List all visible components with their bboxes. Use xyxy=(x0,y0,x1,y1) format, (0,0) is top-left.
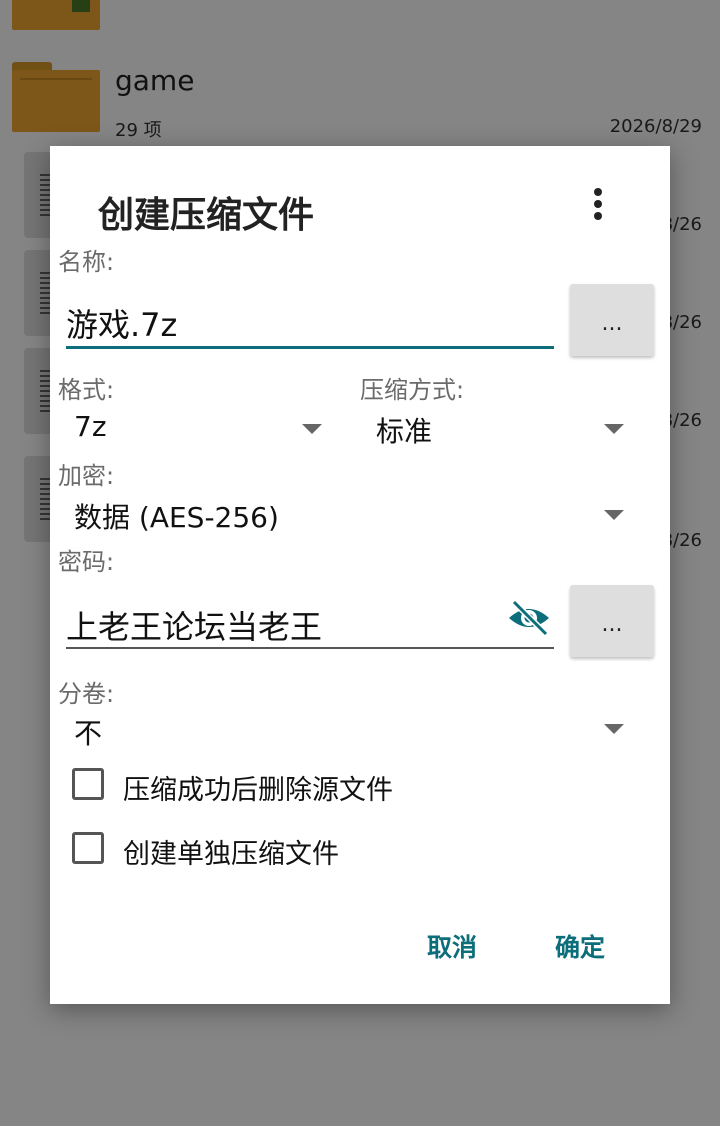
delete-source-checkbox[interactable] xyxy=(72,768,104,800)
format-select[interactable]: 7z xyxy=(74,410,107,443)
password-input-underline xyxy=(66,647,554,649)
create-archive-dialog: 创建压缩文件 名称: 游戏.7z ... 格式: 压缩方式: 7z 标准 加密:… xyxy=(50,146,670,1004)
name-label: 名称: xyxy=(58,248,115,276)
chevron-down-icon[interactable] xyxy=(604,510,624,520)
separate-archives-label[interactable]: 创建单独压缩文件 xyxy=(123,832,339,871)
name-browse-button[interactable]: ... xyxy=(570,284,654,356)
chevron-down-icon[interactable] xyxy=(302,424,322,434)
separate-archives-checkbox[interactable] xyxy=(72,832,104,864)
ok-button[interactable]: 确定 xyxy=(555,928,605,964)
chevron-down-icon[interactable] xyxy=(604,724,624,734)
chevron-down-icon[interactable] xyxy=(604,424,624,434)
password-input[interactable]: 上老王论坛当老王 xyxy=(66,602,322,648)
eye-off-icon[interactable] xyxy=(506,598,552,638)
name-input-underline xyxy=(66,346,554,349)
delete-source-label[interactable]: 压缩成功后删除源文件 xyxy=(123,768,393,807)
format-label: 格式: xyxy=(58,376,115,404)
encrypt-label: 加密: xyxy=(58,462,115,490)
password-label: 密码: xyxy=(58,548,115,576)
more-vert-icon[interactable] xyxy=(584,188,612,228)
encrypt-select[interactable]: 数据 (AES-256) xyxy=(74,496,279,536)
dialog-title: 创建压缩文件 xyxy=(98,195,315,236)
split-select[interactable]: 不 xyxy=(74,712,102,752)
split-label: 分卷: xyxy=(58,680,115,708)
method-label: 压缩方式: xyxy=(360,376,465,404)
cancel-button[interactable]: 取消 xyxy=(427,928,477,964)
password-browse-button[interactable]: ... xyxy=(570,585,654,657)
name-input[interactable]: 游戏.7z xyxy=(66,300,177,346)
method-select[interactable]: 标准 xyxy=(376,410,432,450)
